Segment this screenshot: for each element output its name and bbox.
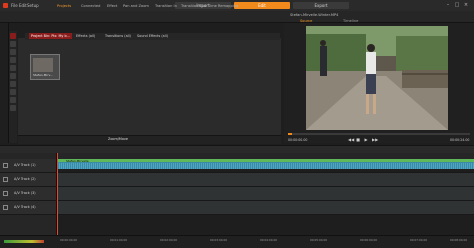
ruler-tick: 00:05:00.00 [310,238,328,242]
close-icon[interactable]: × [463,2,469,8]
app-logo-icon [3,3,8,8]
fast-forward-icon[interactable]: ▶▶ [372,138,378,142]
library-tab-transitions[interactable]: Transitions (all) [103,33,133,39]
lock-icon[interactable] [3,177,8,182]
track-label: A/V Track (2) [14,177,36,181]
tab-transition-out[interactable]: Transition Out [181,2,206,10]
tab-transition-in[interactable]: Transition In [155,2,177,10]
playhead[interactable] [57,153,58,239]
ruler-tick: 00:07:00.00 [410,238,428,242]
collection-icon[interactable] [10,41,16,47]
ruler-tick: 00:04:00.00 [260,238,278,242]
rewind-icon[interactable]: ◀◀ [348,138,354,142]
ruler-tick: 00:06:00.00 [360,238,378,242]
library-side-tabs [0,23,9,143]
mode-edit-button[interactable]: Edit [234,2,290,9]
menu-file[interactable]: File [11,3,18,8]
preview-scrubber[interactable] [288,133,470,135]
track-lane[interactable] [57,201,474,214]
timecode-duration: 00:00:24.00 [450,138,470,142]
video-frame-image [306,26,448,130]
track-label: A/V Track (3) [14,191,36,195]
zoom-label: Zoom/Move [108,137,129,141]
tab-effect[interactable]: Effect [107,2,117,10]
clip-label: Stefan-Mirvelle [66,159,89,163]
media-icon[interactable] [10,49,16,55]
track-lane[interactable] [57,173,474,186]
clip-waveform [57,163,474,169]
ruler-tick: 00:02:00.00 [160,238,178,242]
track-lane[interactable] [57,187,474,200]
minimize-icon[interactable]: – [445,2,451,8]
timecode-current: 00:00:00.00 [288,138,308,142]
tab-connected[interactable]: Connected [81,2,100,10]
library-tab-sound-effects[interactable]: Sound Effects (all) [135,33,170,39]
transition-icon[interactable] [10,97,16,103]
lock-icon[interactable] [3,205,8,210]
menu-edit[interactable]: Edit [19,3,27,8]
ruler-tick: 00:00:00.00 [60,238,78,242]
library-bottom-bar [18,135,281,144]
stop-icon[interactable]: ■ [356,138,360,142]
library-tab-effects[interactable]: Effects (all) [74,33,97,39]
play-icon[interactable]: ▶ [364,138,368,142]
library-tool-column [9,31,17,143]
audio-meter [4,240,44,243]
menu-setup[interactable]: Setup [27,3,39,8]
lock-icon[interactable] [3,163,8,168]
title-icon[interactable] [10,73,16,79]
track-label: A/V Track (4) [14,205,36,209]
maximize-icon[interactable]: □ [454,2,460,8]
effect-icon[interactable] [10,89,16,95]
track-label: A/V Track (1) [14,163,36,167]
project-bin-icon[interactable] [10,33,16,39]
ruler-tick: 00:08:00.00 [450,238,468,242]
thumbnail-label: Stefan-Mirv... [33,73,53,77]
ruler-tick: 00:03:00.00 [210,238,228,242]
tab-pan-zoom[interactable]: Pan and Zoom [123,2,149,10]
lock-icon[interactable] [3,191,8,196]
tab-row [0,11,474,23]
mode-export-button[interactable]: Export [293,2,349,9]
ruler-tick: 00:01:00.00 [110,238,128,242]
scrubber-position[interactable] [288,133,292,135]
photo-icon[interactable] [10,57,16,63]
tab-projects[interactable]: Projects [57,2,71,10]
video-frame [306,26,448,130]
clip-header [57,159,474,162]
tab-time-remapping[interactable]: Time Remapping [208,2,238,10]
montage-icon[interactable] [10,81,16,87]
sound-icon[interactable] [10,105,16,111]
audio-icon[interactable] [10,65,16,71]
preview-title: Stefan-Mirvelle-Winter.MP4 [290,13,339,17]
thumbnail-image [33,58,53,72]
library-tab-project-bin[interactable]: Project Bin: Pix: My b... [29,33,72,39]
